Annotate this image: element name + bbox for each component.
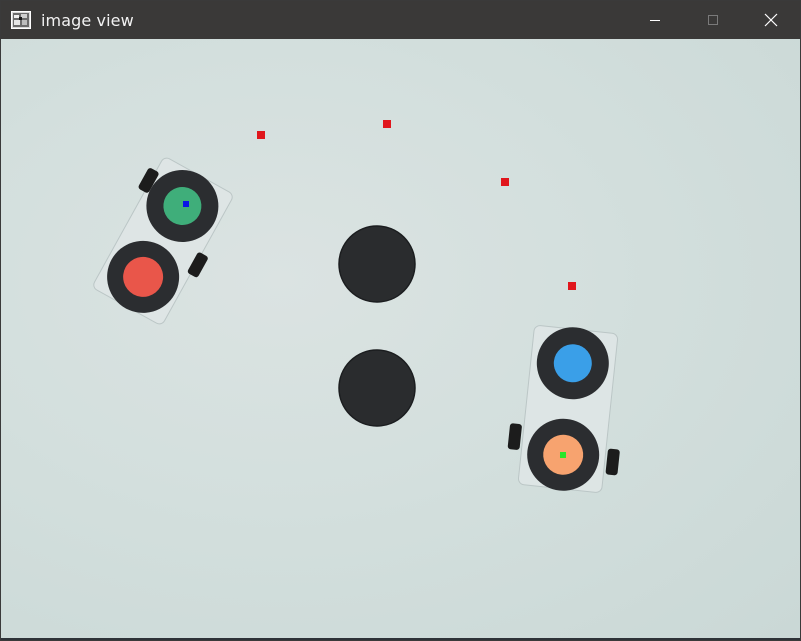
waypoint-marker <box>501 178 509 186</box>
close-icon <box>764 13 778 27</box>
close-button[interactable] <box>742 1 800 39</box>
minimize-button[interactable] <box>626 1 684 39</box>
image-view-window: image view <box>0 0 801 641</box>
waypoint-marker <box>568 282 576 290</box>
window-title: image view <box>41 10 134 30</box>
maximize-button[interactable] <box>684 1 742 39</box>
waypoint-marker <box>257 131 265 139</box>
waypoint-marker <box>383 120 391 128</box>
obstacle-lower <box>338 349 416 427</box>
robot-right-center-marker <box>560 452 566 458</box>
image-view-app-icon <box>11 10 31 30</box>
camera-frame <box>93 120 620 493</box>
maximize-icon <box>708 15 718 25</box>
title-bar[interactable]: image view <box>1 1 800 39</box>
robot-right <box>507 325 620 493</box>
image-canvas[interactable] <box>1 39 800 640</box>
robot-left-center-marker <box>183 201 189 207</box>
robot-left <box>93 157 233 325</box>
minimize-icon <box>650 20 660 21</box>
window-controls <box>626 1 800 39</box>
window-bottom-edge <box>1 638 800 640</box>
obstacle-upper <box>338 225 416 303</box>
